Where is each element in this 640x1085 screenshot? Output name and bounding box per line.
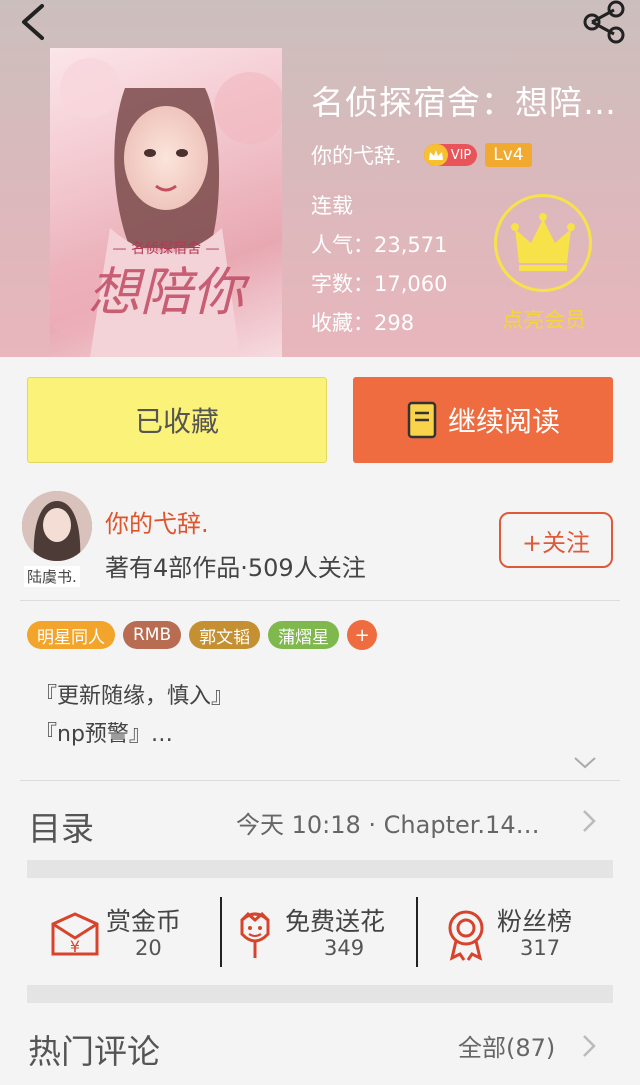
fans-label: 粉丝榜: [497, 907, 573, 936]
popularity-stat: 人气：23,571: [311, 233, 448, 257]
vip-member-label[interactable]: 点亮会员: [476, 304, 612, 334]
latest-chapter[interactable]: 今天 10:18 · Chapter.14…: [236, 805, 540, 840]
fan-ranking-button[interactable]: 粉丝榜 317: [440, 900, 600, 964]
avatar-image: [22, 491, 92, 561]
word-count-stat: 字数：17,060: [311, 272, 448, 296]
share-icon: [583, 0, 625, 44]
book-icon: [407, 401, 437, 439]
ribbon-badge-icon: [448, 910, 484, 961]
catalog-title[interactable]: 目录: [28, 802, 94, 850]
chevron-right-icon: [583, 1035, 596, 1057]
author-avatar[interactable]: [22, 491, 92, 561]
divider: [20, 780, 620, 781]
cover-illustration: — 名侦探宿舍 — 想陪你: [50, 58, 282, 357]
tag-list: 明星同人 RMB 郭文韬 蒲熠星 +: [27, 620, 378, 650]
vip-label: VIP: [450, 147, 472, 163]
crown-icon: [511, 213, 575, 271]
crown-icon: [423, 144, 448, 166]
divider: [416, 897, 418, 967]
catalog-chevron[interactable]: [580, 808, 598, 834]
add-tag-button[interactable]: +: [347, 620, 378, 650]
tag-item[interactable]: 蒲熠星: [268, 621, 340, 649]
chevron-right-icon: [583, 810, 596, 832]
follow-button[interactable]: +关注: [499, 512, 613, 568]
reward-count: 20: [135, 936, 162, 960]
author-row: 你的弋辞. VIP Lv4: [311, 140, 532, 170]
continue-reading-button[interactable]: 继续阅读: [353, 377, 613, 463]
flowers-label: 免费送花: [285, 907, 386, 936]
continue-reading-label: 继续阅读: [447, 405, 560, 438]
book-author[interactable]: 你的弋辞.: [311, 140, 402, 170]
tag-item[interactable]: 郭文韬: [189, 621, 261, 649]
reward-coins-button[interactable]: ¥ 赏金币 20: [45, 900, 215, 964]
fans-count: 317: [520, 936, 561, 960]
red-envelope-icon: ¥: [51, 912, 99, 956]
vip-badge: VIP: [423, 144, 478, 166]
svg-text:¥: ¥: [70, 937, 80, 956]
tag-item[interactable]: 明星同人: [27, 621, 115, 649]
section-divider: [27, 985, 613, 1003]
free-flowers-button[interactable]: 免费送花 349: [232, 900, 412, 964]
divider: [220, 897, 222, 967]
divider: [20, 600, 620, 601]
comments-chevron[interactable]: [580, 1033, 598, 1059]
book-title: 名侦探宿舍：想陪…: [311, 83, 617, 122]
svg-text:— 名侦探宿舍 —: — 名侦探宿舍 —: [113, 240, 220, 257]
flowers-count: 349: [324, 936, 365, 960]
chevron-down-icon: [574, 757, 596, 769]
level-badge: Lv4: [485, 143, 532, 167]
collected-button[interactable]: 已收藏: [27, 377, 327, 463]
serial-status: 连载: [311, 194, 353, 218]
chevron-left-icon: [22, 4, 44, 40]
flower-icon: [240, 911, 270, 958]
hot-comments-title: 热门评论: [28, 1032, 160, 1071]
all-comments-link[interactable]: 全部(87): [458, 1028, 555, 1063]
description-line: 『更新随缘，慎入』: [35, 684, 234, 709]
author-name[interactable]: 你的弋辞.: [105, 504, 209, 539]
section-divider: [27, 860, 613, 878]
back-button[interactable]: [14, 2, 54, 42]
author-meta: 著有4部作品·509人关注: [105, 554, 366, 582]
vip-member-button[interactable]: [494, 194, 592, 292]
favorites-stat: 收藏：298: [311, 311, 415, 335]
share-button[interactable]: [578, 0, 630, 44]
description-line: 『np预警』…: [35, 722, 173, 747]
tag-item[interactable]: RMB: [123, 621, 182, 649]
book-cover[interactable]: — 名侦探宿舍 — 想陪你: [50, 48, 282, 357]
expand-description-button[interactable]: [572, 752, 598, 772]
svg-text:想陪你: 想陪你: [88, 263, 251, 323]
book-header: — 名侦探宿舍 — 想陪你 名侦探宿舍：想陪… 你的弋辞. VIP Lv4 连载…: [0, 0, 640, 357]
avatar-tag: 陆虞书.: [24, 566, 80, 587]
reward-label: 赏金币: [106, 907, 182, 936]
collected-label: 已收藏: [134, 405, 219, 438]
